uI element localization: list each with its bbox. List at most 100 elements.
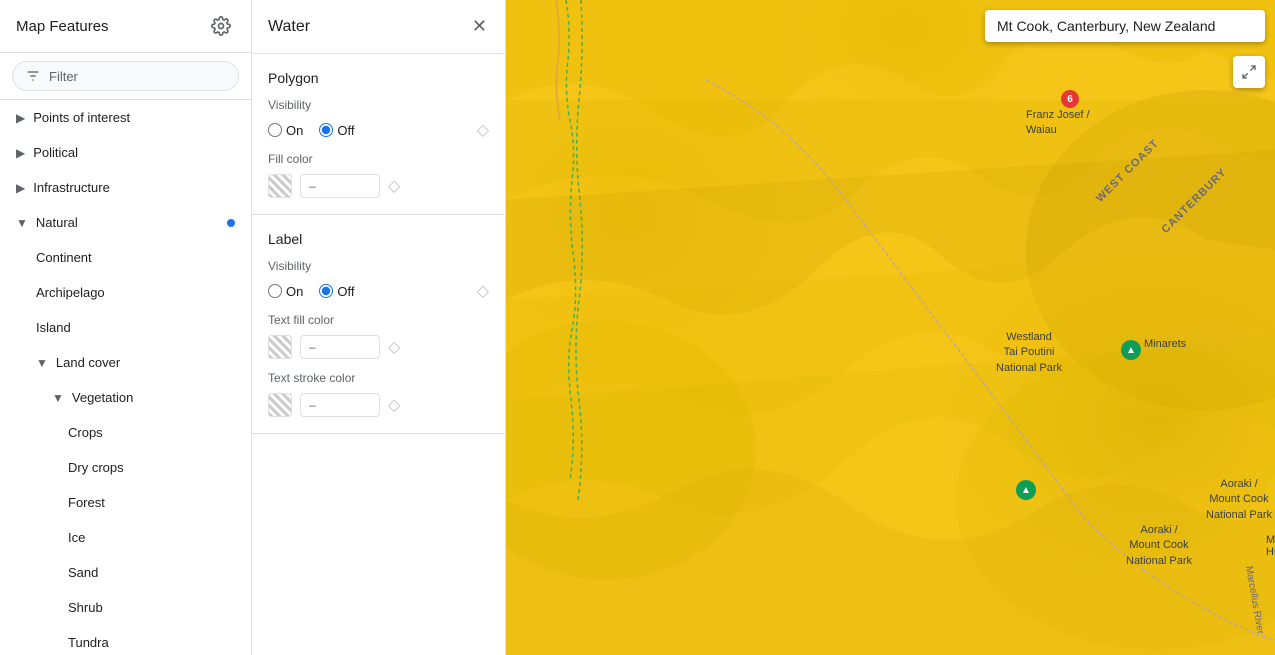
place-label-franz-josef: Franz Josef /Waiau — [1026, 108, 1090, 139]
polygon-visibility-group: On Off — [268, 123, 461, 138]
panel-title: Water — [268, 18, 310, 36]
sidebar-item-label: Dry crops — [68, 460, 124, 475]
label-section: Label Visibility On Off ◇ Text fill colo… — [252, 215, 505, 434]
text-fill-diamond[interactable]: ◇ — [388, 337, 400, 357]
sidebar-item-shrub[interactable]: Shrub — [0, 590, 251, 625]
polygon-off-input[interactable] — [319, 123, 333, 137]
map-pin-minarets[interactable]: ▲ — [1121, 340, 1141, 360]
fill-color-label: Fill color — [268, 152, 489, 166]
place-label-aoraki-2: Aoraki /Mount CookNational Park — [1126, 523, 1192, 569]
place-label-aoraki-1: Aoraki /Mount CookNational Park — [1206, 477, 1272, 523]
close-button[interactable]: ✕ — [470, 14, 489, 39]
sidebar-item-label: Shrub — [68, 600, 103, 615]
map-pin-aoraki-1[interactable]: ▲ — [1016, 480, 1036, 500]
sidebar-item-ice[interactable]: Ice — [0, 520, 251, 555]
text-fill-color-label: Text fill color — [268, 313, 489, 327]
polygon-fill-diamond[interactable]: ◇ — [388, 176, 400, 196]
sidebar-item-infrastructure[interactable]: ▶ Infrastructure — [0, 170, 251, 205]
sidebar-item-label: Ice — [68, 530, 85, 545]
sidebar-item-forest[interactable]: Forest — [0, 485, 251, 520]
map-area[interactable]: Mt Cook, Canterbury, New Zealand 6 Franz… — [506, 0, 1275, 655]
text-fill-color-value[interactable]: – — [300, 335, 380, 359]
text-stroke-color-label: Text stroke color — [268, 371, 489, 385]
polygon-label: Polygon — [268, 70, 489, 86]
panel: Water ✕ Polygon Visibility On Off ◇ Fill… — [252, 0, 506, 655]
sidebar-item-land-cover[interactable]: ▼ Land cover — [0, 345, 251, 380]
label-visibility-label: Visibility — [268, 259, 489, 273]
place-label-hutton: Mount Hutton — [1266, 534, 1275, 558]
sidebar-item-label: Archipelago — [36, 285, 105, 300]
search-bar[interactable]: Mt Cook, Canterbury, New Zealand — [985, 10, 1265, 42]
label-on-radio[interactable]: On — [268, 284, 303, 299]
label-off-radio[interactable]: Off — [319, 284, 354, 299]
place-label-westland: WestlandTai PoutiniNational Park — [996, 330, 1062, 376]
text-stroke-color-value[interactable]: – — [300, 393, 380, 417]
polygon-visibility-diamond[interactable]: ◇ — [477, 120, 489, 140]
sidebar-title: Map Features — [16, 18, 109, 35]
map-pin-franz-josef[interactable]: 6 — [1061, 90, 1079, 108]
sidebar-item-label: Land cover — [56, 355, 120, 370]
label-visibility-diamond[interactable]: ◇ — [477, 281, 489, 301]
sidebar-item-label: Tundra — [68, 635, 109, 650]
sidebar-item-political[interactable]: ▶ Political — [0, 135, 251, 170]
chevron-down-icon: ▼ — [52, 391, 64, 405]
text-stroke-color-swatch[interactable] — [268, 393, 292, 417]
sidebar-item-label: Political — [33, 145, 78, 160]
filter-label: Filter — [49, 69, 78, 84]
sidebar-item-continent[interactable]: Continent — [0, 240, 251, 275]
text-fill-color-row: – ◇ — [268, 335, 489, 359]
map-background: Mt Cook, Canterbury, New Zealand 6 Franz… — [506, 0, 1275, 655]
sidebar-item-label: Crops — [68, 425, 103, 440]
sidebar-item-archipelago[interactable]: Archipelago — [0, 275, 251, 310]
label-on-label: On — [286, 284, 303, 299]
sidebar-item-dry-crops[interactable]: Dry crops — [0, 450, 251, 485]
sidebar-header: Map Features — [0, 0, 251, 53]
text-stroke-diamond[interactable]: ◇ — [388, 395, 400, 415]
polygon-section: Polygon Visibility On Off ◇ Fill color –… — [252, 54, 505, 215]
polygon-on-label: On — [286, 123, 303, 138]
sidebar-item-label: Points of interest — [33, 110, 130, 125]
polygon-off-label: Off — [337, 123, 354, 138]
chevron-right-icon: ▶ — [16, 181, 25, 195]
polygon-off-radio[interactable]: Off — [319, 123, 354, 138]
chevron-right-icon: ▶ — [16, 111, 25, 125]
sidebar-item-tundra[interactable]: Tundra — [0, 625, 251, 655]
filter-input[interactable]: Filter — [12, 61, 239, 91]
sidebar-item-vegetation[interactable]: ▼ Vegetation — [0, 380, 251, 415]
search-value: Mt Cook, Canterbury, New Zealand — [997, 18, 1215, 34]
sidebar-item-sand[interactable]: Sand — [0, 555, 251, 590]
label-off-input[interactable] — [319, 284, 333, 298]
label-on-input[interactable] — [268, 284, 282, 298]
text-fill-color-swatch[interactable] — [268, 335, 292, 359]
polygon-on-radio[interactable]: On — [268, 123, 303, 138]
panel-header: Water ✕ — [252, 0, 505, 54]
sidebar-item-label: Vegetation — [72, 390, 133, 405]
sidebar-item-points-of-interest[interactable]: ▶ Points of interest — [0, 100, 251, 135]
gear-icon — [211, 16, 231, 36]
sidebar-item-natural[interactable]: ▼ Natural — [0, 205, 251, 240]
place-label-minarets: Minarets — [1144, 338, 1186, 350]
sidebar-item-label: Continent — [36, 250, 92, 265]
fullscreen-button[interactable] — [1233, 56, 1265, 88]
polygon-visibility-row: On Off ◇ — [268, 120, 489, 140]
polygon-fill-color-row: – ◇ — [268, 174, 489, 198]
fullscreen-icon — [1241, 64, 1257, 80]
sidebar-item-label: Infrastructure — [33, 180, 110, 195]
sidebar-item-island[interactable]: Island — [0, 310, 251, 345]
polygon-on-input[interactable] — [268, 123, 282, 137]
sidebar-item-crops[interactable]: Crops — [0, 415, 251, 450]
polygon-fill-color-value[interactable]: – — [300, 174, 380, 198]
filter-icon — [25, 68, 41, 84]
sidebar-item-label: Island — [36, 320, 71, 335]
filter-bar: Filter — [0, 53, 251, 100]
chevron-down-icon: ▼ — [36, 356, 48, 370]
natural-dot — [227, 219, 235, 227]
polygon-fill-color-swatch[interactable] — [268, 174, 292, 198]
label-section-label: Label — [268, 231, 489, 247]
label-visibility-row: On Off ◇ — [268, 281, 489, 301]
sidebar-item-label: Natural — [36, 215, 78, 230]
sidebar-item-label: Sand — [68, 565, 98, 580]
chevron-down-icon: ▼ — [16, 216, 28, 230]
text-stroke-color-row: – ◇ — [268, 393, 489, 417]
gear-button[interactable] — [207, 12, 235, 40]
